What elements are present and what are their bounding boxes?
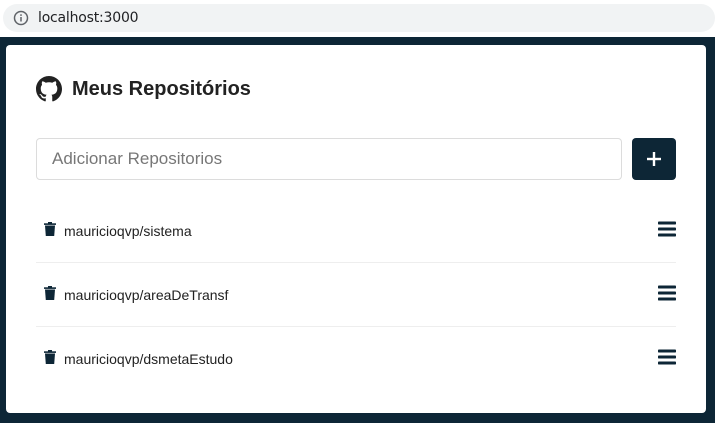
repo-name[interactable]: mauricioqvp/areaDeTransf <box>64 287 228 303</box>
trash-icon <box>44 221 56 236</box>
repositories-card: Meus Repositórios Adicionar Repositorios… <box>6 45 706 413</box>
info-icon[interactable] <box>13 10 29 26</box>
repo-name[interactable]: mauricioqvp/dsmetaEstudo <box>64 351 233 367</box>
trash-icon <box>44 285 56 300</box>
list-item: mauricioqvp/sistema <box>36 199 676 263</box>
repo-name[interactable]: mauricioqvp/sistema <box>64 223 192 239</box>
page-title: Meus Repositórios <box>72 77 251 100</box>
delete-repo-button[interactable] <box>44 221 56 236</box>
plus-icon <box>647 152 661 166</box>
repo-menu-button[interactable] <box>658 221 676 237</box>
browser-bar: localhost:3000 <box>0 0 715 37</box>
bars-icon <box>658 349 676 365</box>
address-bar[interactable]: localhost:3000 <box>3 4 715 32</box>
repo-menu-button[interactable] <box>658 285 676 301</box>
delete-repo-button[interactable] <box>44 285 56 300</box>
delete-repo-button[interactable] <box>44 350 56 364</box>
bars-icon <box>658 285 676 301</box>
trash-icon <box>44 350 56 364</box>
repository-input[interactable] <box>36 138 622 180</box>
url-text: localhost:3000 <box>38 10 139 26</box>
page-background: Meus Repositórios Adicionar Repositorios… <box>0 37 715 423</box>
repository-list: mauricioqvp/sistema mauricioqvp/areaDeTr… <box>36 199 676 391</box>
github-icon <box>36 76 62 102</box>
add-repo-button[interactable] <box>632 138 676 180</box>
list-item: mauricioqvp/dsmetaEstudo <box>36 327 676 391</box>
repo-menu-button[interactable] <box>658 349 676 365</box>
page-header: Meus Repositórios <box>36 76 251 102</box>
bars-icon <box>658 221 676 237</box>
list-item: mauricioqvp/areaDeTransf <box>36 263 676 327</box>
